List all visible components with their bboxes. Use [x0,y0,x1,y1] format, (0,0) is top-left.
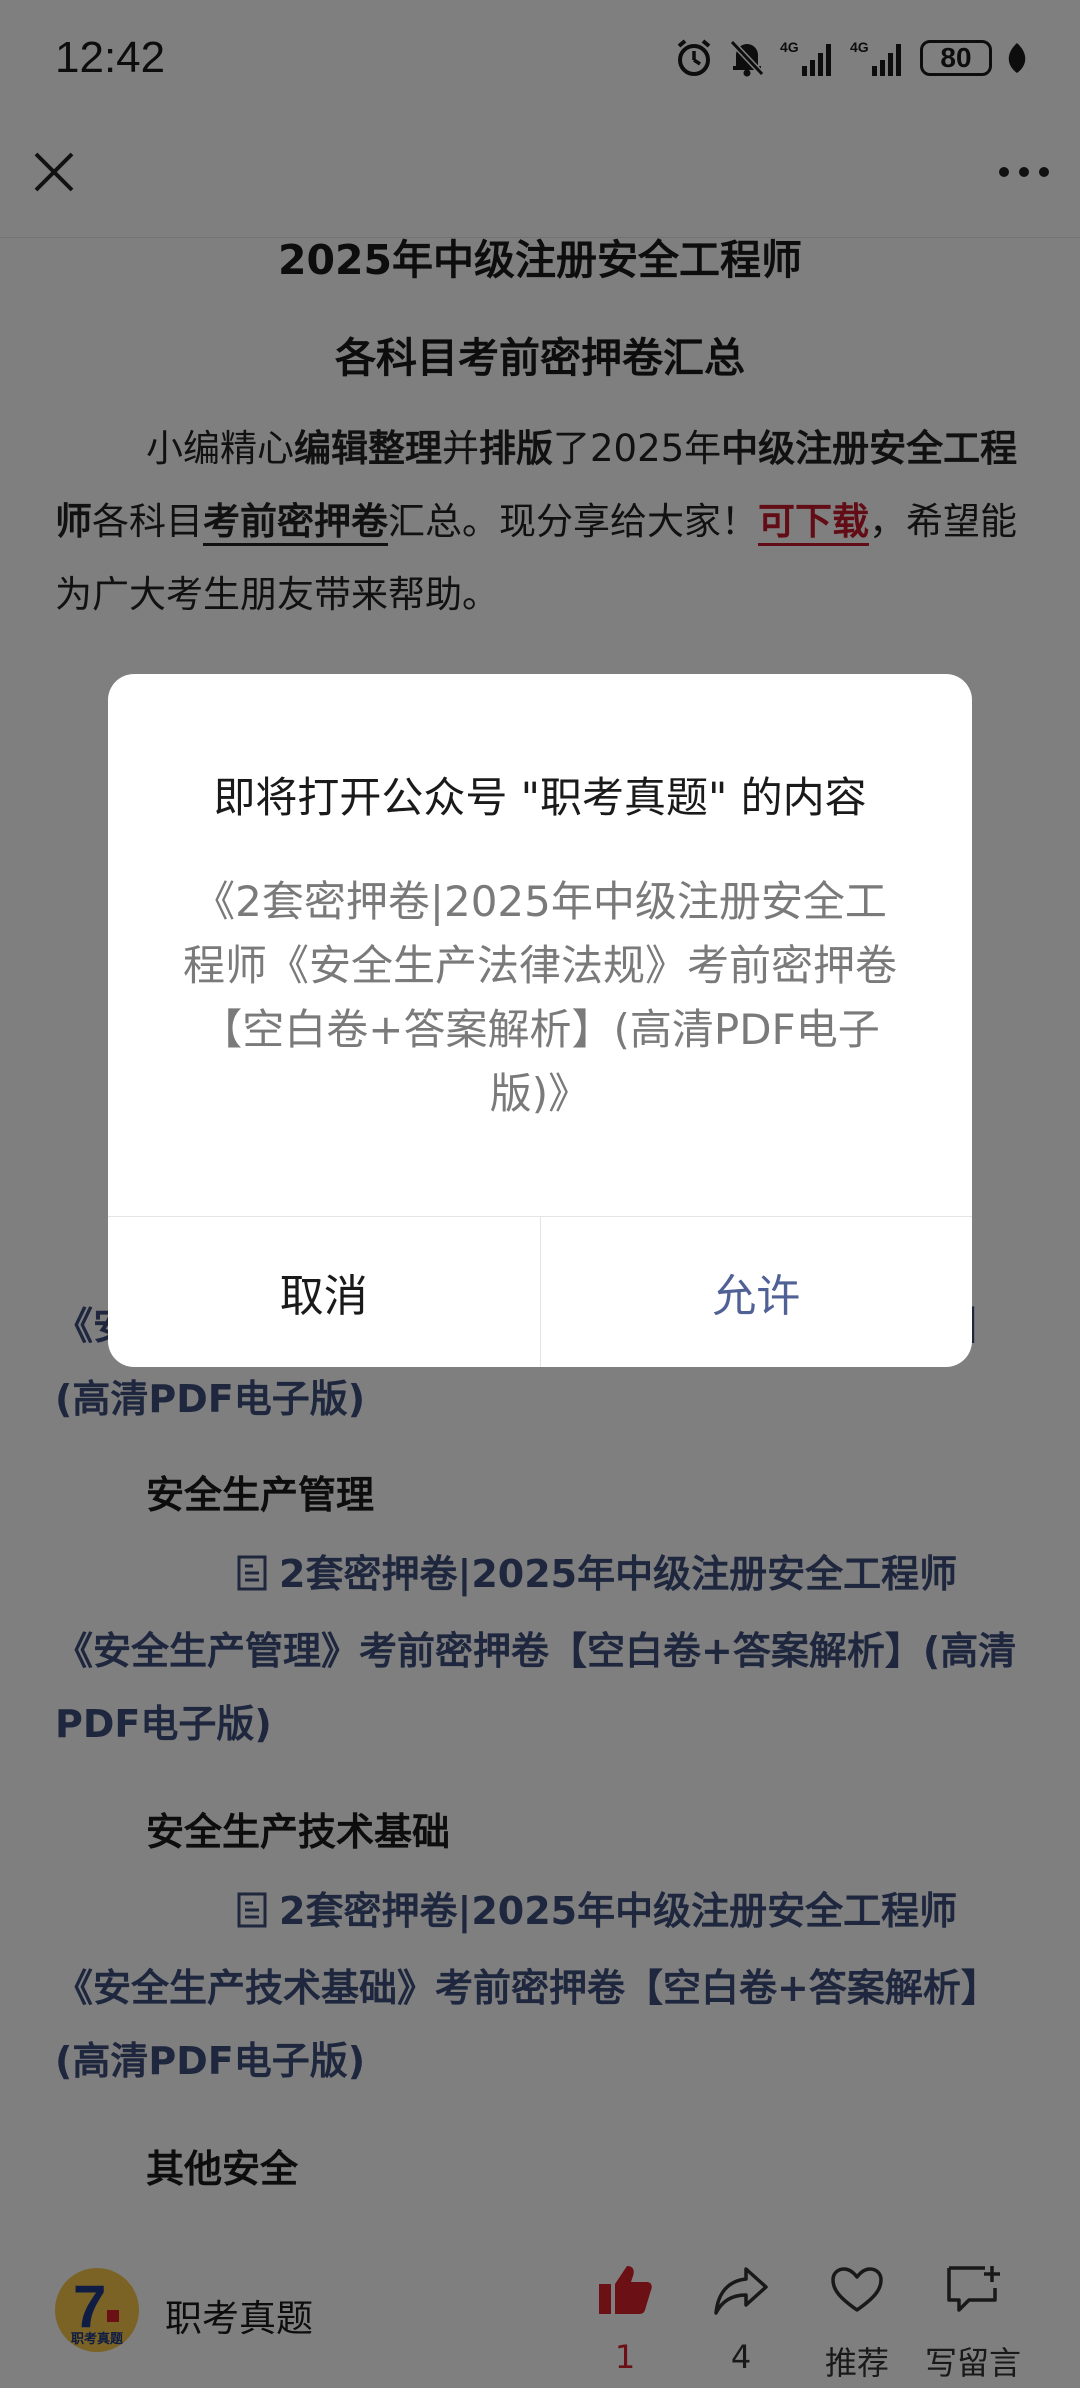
dialog-buttons: 取消 允许 [108,1216,972,1367]
open-content-dialog: 即将打开公众号 "职考真题" 的内容 《2套密押卷|2025年中级注册安全工程师… [108,674,972,1367]
allow-button[interactable]: 允许 [541,1217,973,1367]
dialog-title: 即将打开公众号 "职考真题" 的内容 [213,773,867,822]
dialog-body: 《2套密押卷|2025年中级注册安全工程师《安全生产法律法规》考前密押卷【空白卷… [182,877,897,1118]
cancel-button[interactable]: 取消 [108,1217,541,1367]
